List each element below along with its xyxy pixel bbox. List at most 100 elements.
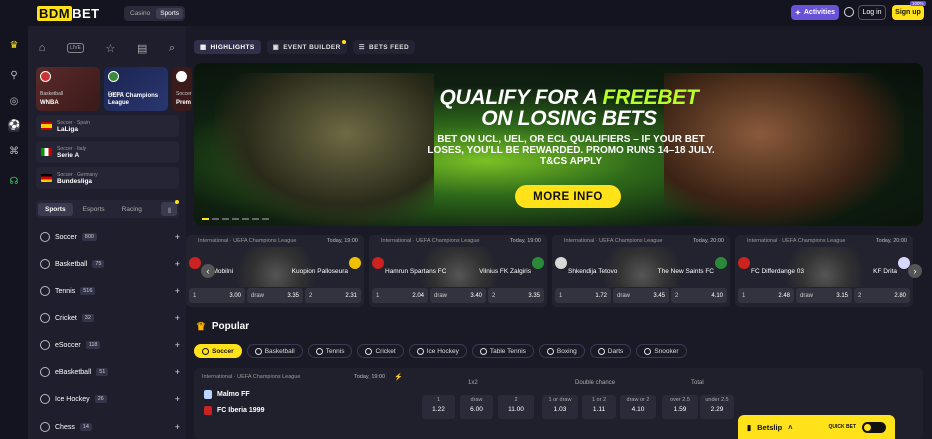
odd-1[interactable]: 1 3.00 — [189, 288, 245, 303]
soccer-ball-image — [409, 247, 509, 287]
tab-bets-feed[interactable]: ☰ BETS FEED — [352, 40, 416, 54]
odd-2[interactable]: 2 3.35 — [488, 288, 544, 303]
chip-table-tennis[interactable]: Table Tennis — [471, 344, 534, 358]
sport-ice-hockey[interactable]: Ice Hockey 26 + — [40, 392, 180, 406]
sport-soccer[interactable]: Soccer 800 + — [40, 230, 180, 244]
login-button[interactable]: Log in — [858, 5, 886, 20]
search-icon[interactable] — [844, 7, 854, 17]
more-info-button[interactable]: MORE INFO — [515, 185, 621, 208]
tab-highlights[interactable]: ▦ HIGHLIGHTS — [194, 40, 261, 54]
odd-draw[interactable]: draw 3.40 — [430, 288, 486, 303]
odd-cell[interactable]: 1 or draw 1.03 — [542, 395, 578, 419]
league-bundesliga[interactable]: Soccer · Germany Bundesliga — [36, 167, 179, 189]
league-serie-a[interactable]: Soccer · Italy Serie A — [36, 141, 179, 163]
chip-boxing[interactable]: Boxing — [538, 344, 585, 358]
headset-icon[interactable]: ☊ — [8, 176, 20, 188]
odd-cell[interactable]: 2 11.00 — [498, 395, 534, 419]
chip-ice-hockey[interactable]: Ice Hockey — [408, 344, 467, 358]
scooter-icon[interactable]: ⚲ — [8, 70, 20, 82]
chip-cricket[interactable]: Cricket — [357, 344, 404, 358]
logo[interactable]: BDM BET — [37, 6, 100, 21]
chip-basketball[interactable]: Basketball — [246, 344, 303, 358]
chip-soccer[interactable]: Soccer — [194, 344, 242, 358]
italy-flag-icon — [41, 148, 52, 156]
sports-tab[interactable]: Sports — [156, 8, 184, 19]
tile-prem[interactable]: Soccer Prem — [172, 67, 192, 111]
odd-cell[interactable]: draw or 2 4.10 — [620, 395, 656, 419]
odd-cell[interactable]: 1 or 2 1.11 — [582, 395, 616, 419]
expand-icon[interactable]: + — [175, 286, 180, 296]
match-card[interactable]: International · UEFA Champions League Tod… — [552, 235, 730, 307]
expand-icon[interactable]: + — [175, 367, 180, 377]
betslip-bar[interactable]: ▮ Betslip ˄ QUICK BET — [738, 415, 895, 439]
match-cards: International · UEFA Champions League Tod… — [186, 235, 932, 310]
expand-icon[interactable]: + — [175, 232, 180, 242]
odd-draw[interactable]: draw 3.35 — [247, 288, 303, 303]
odd-1[interactable]: 1 2.04 — [372, 288, 428, 303]
gamepad-icon[interactable]: ⌘ — [8, 146, 20, 158]
sport-esoccer[interactable]: eSoccer 118 + — [40, 338, 180, 352]
live-icon[interactable]: ◎ — [8, 96, 20, 108]
away-team: FC Iberia 1999 — [204, 406, 264, 415]
chip-darts[interactable]: Darts — [589, 344, 632, 358]
odd-2[interactable]: 2 2.31 — [305, 288, 361, 303]
tab-esports[interactable]: Esports — [76, 203, 112, 216]
sport-tennis[interactable]: Tennis 516 + — [40, 284, 180, 298]
ebasketball-icon — [40, 367, 50, 377]
tab-event-builder[interactable]: ▣ EVENT BUILDER — [266, 40, 347, 54]
cricket-icon — [365, 347, 373, 355]
odd-draw[interactable]: draw 3.45 — [613, 288, 669, 303]
sport-cricket[interactable]: Cricket 32 + — [40, 311, 180, 325]
quick-bet-toggle[interactable] — [862, 421, 886, 433]
vip-icon[interactable]: ♛ — [8, 40, 20, 52]
expand-icon[interactable]: + — [175, 422, 180, 432]
expand-icon[interactable]: + — [175, 340, 180, 350]
expand-icon[interactable]: + — [175, 313, 180, 323]
odd-cell[interactable]: draw 6.00 — [460, 395, 493, 419]
live-icon[interactable]: LIVE — [67, 43, 84, 53]
tile-ucl[interactable]: Soccer UEFA Champions League — [104, 67, 168, 111]
casino-tab[interactable]: Casino — [126, 8, 154, 19]
promo-banner[interactable]: QUALIFY FOR A FREEBET ON LOSING BETS BET … — [194, 63, 923, 226]
signup-button[interactable]: Sign up — [892, 5, 924, 20]
carousel-next-icon[interactable]: › — [908, 264, 922, 278]
chip-tennis[interactable]: Tennis — [307, 344, 353, 358]
star-icon[interactable]: ☆ — [106, 42, 116, 55]
tab-racing[interactable]: Racing — [115, 203, 149, 216]
tab-sports[interactable]: Sports — [38, 202, 73, 216]
league-laliga[interactable]: Soccer · Spain LaLiga — [36, 115, 179, 137]
stats-icon[interactable]: ⫴ — [161, 202, 177, 216]
carousel-prev-icon[interactable]: ‹ — [201, 264, 215, 278]
tile-wnba[interactable]: Basketball WNBA — [36, 67, 100, 111]
banner-pager[interactable] — [202, 218, 269, 220]
betslip-history-icon[interactable]: ▤ — [137, 42, 147, 55]
soccer-ball-image — [592, 247, 692, 287]
match-card[interactable]: International · UEFA Champions League Tod… — [369, 235, 547, 307]
snooker-icon — [644, 347, 652, 355]
player-left-image — [214, 73, 434, 226]
odd-cell[interactable]: 1 1.22 — [422, 395, 455, 419]
odd-1[interactable]: 1 2.48 — [738, 288, 794, 303]
odd-2[interactable]: 2 4.10 — [671, 288, 727, 303]
sport-ebasketball[interactable]: eBasketball 51 + — [40, 365, 180, 379]
expand-icon[interactable]: + — [175, 259, 180, 269]
odd-2[interactable]: 2 2.80 — [854, 288, 910, 303]
main-tabs: ▦ HIGHLIGHTS ▣ EVENT BUILDER ☰ BETS FEED — [194, 40, 416, 54]
chip-snooker[interactable]: Snooker — [636, 344, 687, 358]
odd-1[interactable]: 1 1.72 — [555, 288, 611, 303]
activities-button[interactable]: ✦ Activities — [791, 5, 839, 20]
chess-icon — [40, 422, 50, 432]
event-builder-dot — [342, 40, 346, 44]
odd-cell[interactable]: under 2.5 2.29 — [700, 395, 734, 419]
sport-basketball[interactable]: Basketball 75 + — [40, 257, 180, 271]
soccer-icon[interactable]: ⚽ — [8, 120, 20, 132]
expand-icon[interactable]: + — [175, 394, 180, 404]
home-icon[interactable]: ⌂ — [39, 42, 46, 54]
odd-draw[interactable]: draw 3.15 — [796, 288, 852, 303]
odd-cell[interactable]: over 2.5 1.59 — [662, 395, 698, 419]
search-icon[interactable]: ⌕ — [169, 42, 175, 55]
match-card[interactable]: International · UEFA Champions League Tod… — [735, 235, 913, 307]
germany-flag-icon — [41, 174, 52, 182]
sport-chess[interactable]: Chess 14 + — [40, 420, 180, 434]
stats-icon[interactable]: ⚡ — [394, 373, 403, 381]
